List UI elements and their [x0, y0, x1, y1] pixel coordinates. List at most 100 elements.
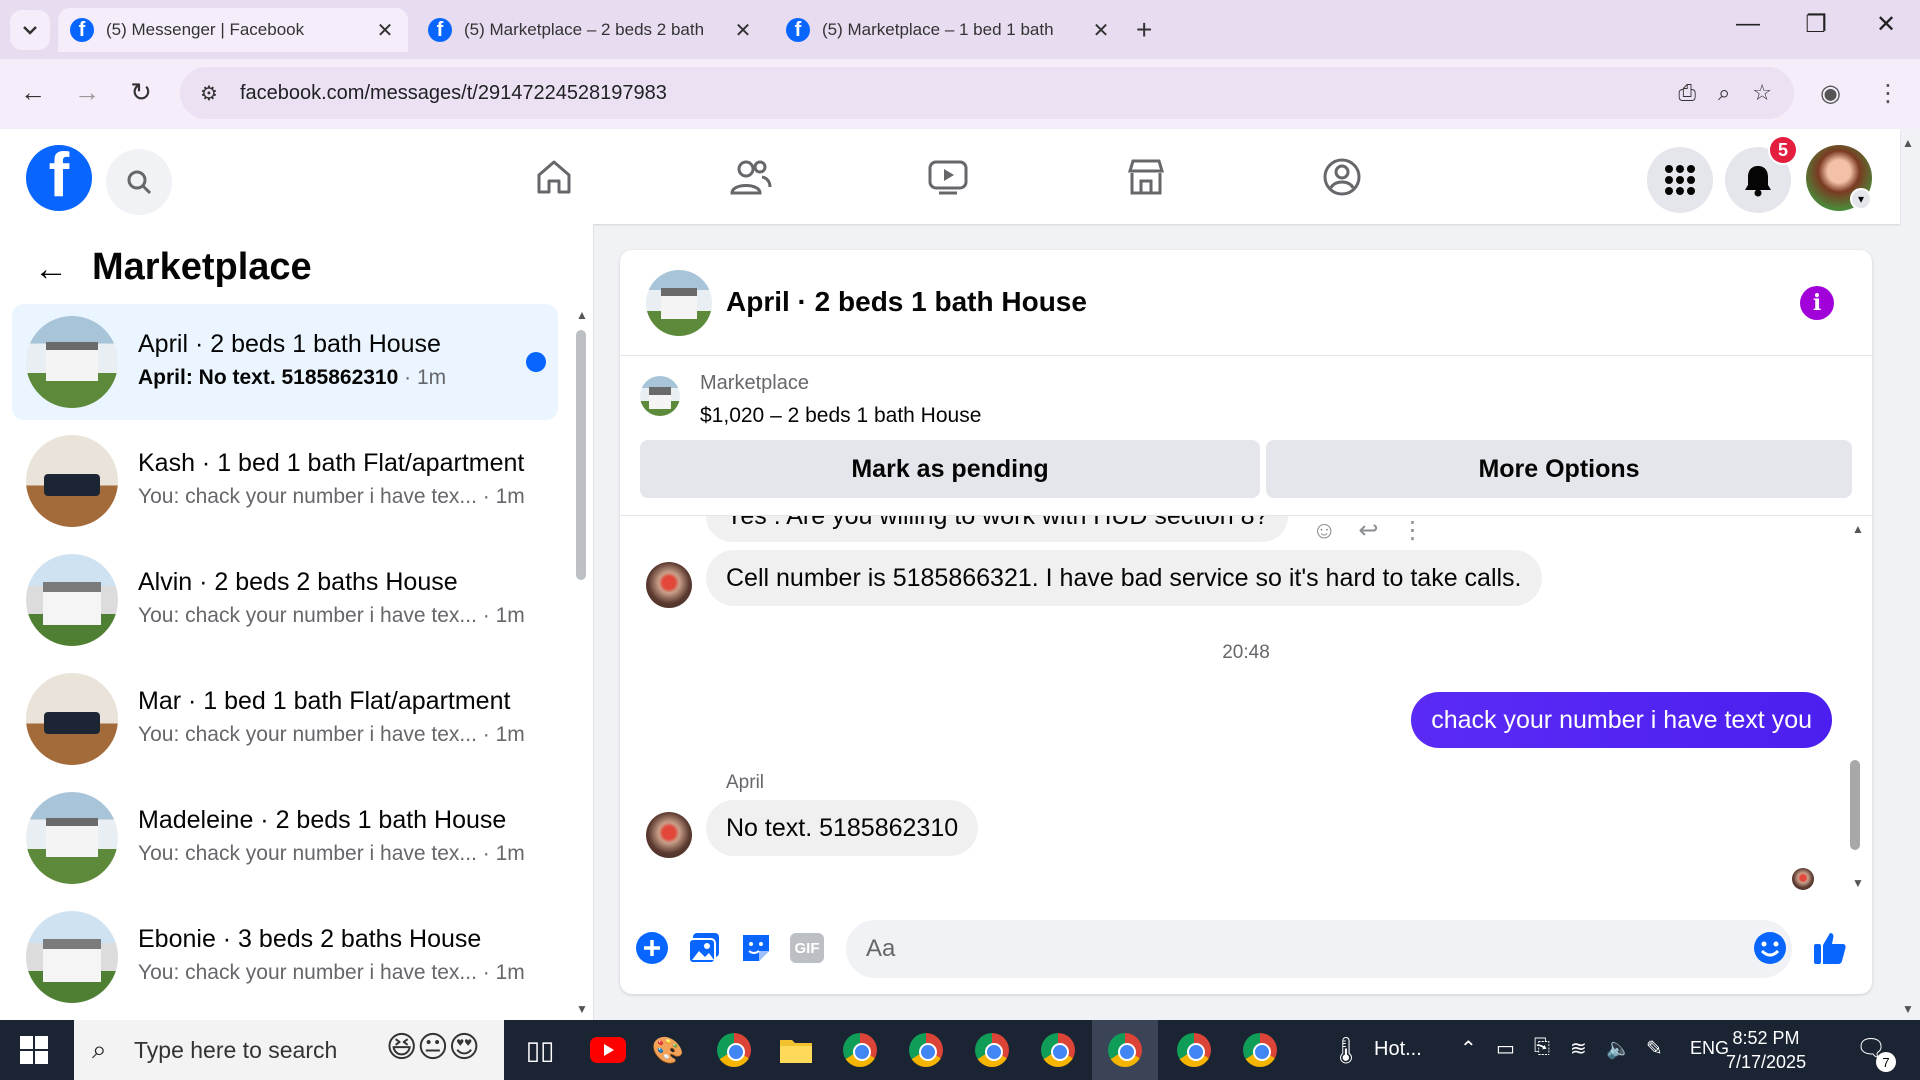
info-icon[interactable]: i: [1800, 286, 1834, 320]
home-nav[interactable]: [524, 151, 584, 203]
page-scroll-down-arrow-icon[interactable]: ▼: [1902, 1002, 1914, 1016]
chat-listing-avatar[interactable]: [646, 270, 712, 336]
scrollbar-thumb[interactable]: [576, 330, 586, 580]
file-explorer-icon[interactable]: [776, 1030, 816, 1070]
conversation-item[interactable]: Mar · 1 bed 1 bath Flat/apartment You: c…: [12, 661, 558, 777]
mark-as-pending-button[interactable]: Mark as pending: [640, 440, 1260, 498]
home-icon: [537, 160, 571, 194]
gif-button[interactable]: GIF: [790, 933, 824, 963]
tab-marketplace-1-bed[interactable]: f (5) Marketplace – 1 bed 1 bath ✕: [774, 8, 1124, 52]
chrome-profile-icon[interactable]: [972, 1030, 1012, 1070]
listing-title[interactable]: $1,020 – 2 beds 1 bath House: [700, 404, 981, 428]
conversation-item[interactable]: Madeleine · 2 beds 1 bath House You: cha…: [12, 780, 558, 896]
more-icon[interactable]: ⋮: [1401, 517, 1447, 544]
react-icon[interactable]: ☺: [1312, 517, 1359, 544]
site-settings-icon[interactable]: ⚙: [200, 81, 218, 106]
forward-arrow-icon[interactable]: →: [70, 77, 104, 108]
conversation-item[interactable]: April · 2 beds 1 bath House April: No te…: [12, 304, 558, 420]
reload-icon[interactable]: ↻: [124, 77, 158, 108]
zoom-icon[interactable]: ⌕: [1718, 80, 1730, 106]
taskbar-clock[interactable]: 8:52 PM 7/17/2025: [1726, 1026, 1806, 1074]
task-view-icon[interactable]: ▯▯: [520, 1030, 560, 1070]
chrome-profile-icon[interactable]: [1174, 1030, 1214, 1070]
taskbar-search-box[interactable]: ⌕ Type here to search 😆😐😍: [74, 1020, 504, 1080]
listing-thumbnail: [26, 554, 118, 646]
chrome-profile-icon[interactable]: [840, 1030, 880, 1070]
back-arrow-icon[interactable]: ←: [16, 77, 50, 108]
profile-icon[interactable]: ◉: [1820, 79, 1841, 108]
outgoing-message-bubble[interactable]: chack your number i have text you: [1411, 692, 1832, 748]
sender-avatar[interactable]: [646, 812, 692, 858]
tab-messenger[interactable]: f (5) Messenger | Facebook ✕: [58, 8, 408, 52]
close-window-icon[interactable]: ✕: [1866, 10, 1906, 39]
search-button[interactable]: [106, 149, 172, 215]
close-tab-icon[interactable]: ✕: [732, 18, 754, 43]
conversation-title: Madeleine · 2 beds 1 bath House: [138, 806, 507, 834]
gaming-nav[interactable]: [1312, 151, 1372, 203]
message-bubble[interactable]: Cell number is 5185866321. I have bad se…: [706, 550, 1542, 606]
conversation-title: Kash · 1 bed 1 bath Flat/apartment: [138, 449, 525, 477]
battery-icon[interactable]: ▭: [1496, 1036, 1515, 1061]
paint-app-icon[interactable]: 🎨: [648, 1030, 688, 1070]
conversation-item[interactable]: Kash · 1 bed 1 bath Flat/apartment You: …: [12, 423, 558, 539]
scroll-down-arrow-icon[interactable]: ▼: [576, 1002, 588, 1016]
volume-icon[interactable]: 🔈: [1606, 1036, 1631, 1061]
add-attachment-button[interactable]: [634, 930, 670, 966]
chrome-profile-icon[interactable]: [906, 1030, 946, 1070]
emoji-button[interactable]: [1752, 930, 1788, 966]
wifi-icon[interactable]: ≋: [1570, 1036, 1587, 1061]
close-tab-icon[interactable]: ✕: [1090, 18, 1112, 43]
url-text[interactable]: facebook.com/messages/t/2914722452819798…: [240, 82, 1678, 105]
sticker-button[interactable]: [738, 930, 774, 966]
send-like-button[interactable]: [1812, 930, 1848, 966]
message-bubble[interactable]: No text. 5185862310: [706, 800, 979, 856]
minimize-icon[interactable]: —: [1728, 10, 1768, 38]
chrome-profile-icon[interactable]: [714, 1030, 754, 1070]
attach-photo-button[interactable]: [686, 930, 722, 966]
chrome-active-icon[interactable]: [1092, 1020, 1158, 1080]
restore-icon[interactable]: ❐: [1796, 10, 1836, 39]
tab-marketplace-2-beds[interactable]: f (5) Marketplace – 2 beds 2 bath ✕: [416, 8, 766, 52]
chevron-down-icon[interactable]: ▾: [1850, 188, 1872, 210]
new-tab-plus-icon[interactable]: +: [1136, 14, 1152, 46]
language-indicator[interactable]: ENG: [1690, 1038, 1729, 1059]
listing-thumbnail: [26, 435, 118, 527]
scroll-down-arrow-icon[interactable]: ▼: [1852, 876, 1864, 890]
back-arrow-icon[interactable]: ←: [34, 250, 68, 289]
reply-icon[interactable]: ↩: [1359, 517, 1401, 544]
message-bubble[interactable]: Yes . Are you willing to work with HUD s…: [706, 516, 1289, 542]
sender-name: April: [726, 772, 765, 793]
menu-button[interactable]: [1647, 147, 1713, 213]
scroll-up-arrow-icon[interactable]: ▲: [1852, 522, 1864, 536]
youtube-icon[interactable]: [588, 1030, 628, 1070]
listing-thumbnail[interactable]: [640, 376, 680, 416]
marketplace-nav[interactable]: [1116, 151, 1176, 203]
sender-avatar[interactable]: [646, 562, 692, 608]
tab-search-button[interactable]: [10, 10, 50, 50]
chrome-profile-icon[interactable]: [1240, 1030, 1280, 1070]
page-scroll-up-arrow-icon[interactable]: ▲: [1902, 136, 1914, 150]
close-tab-icon[interactable]: ✕: [374, 18, 396, 43]
meet-now-icon[interactable]: ⎘: [1534, 1036, 1550, 1059]
message-input[interactable]: [846, 920, 1792, 978]
scrollbar-thumb[interactable]: [1850, 760, 1860, 850]
video-nav[interactable]: [918, 151, 978, 203]
friends-nav[interactable]: [720, 151, 780, 203]
bookmark-star-icon[interactable]: ☆: [1752, 80, 1772, 106]
facebook-logo[interactable]: f: [26, 145, 92, 211]
conversation-item[interactable]: Alvin · 2 beds 2 baths House You: chack …: [12, 542, 558, 658]
windows-start-icon[interactable]: [20, 1036, 48, 1064]
chrome-profile-icon[interactable]: [1038, 1030, 1078, 1070]
weather-text[interactable]: Hot...: [1374, 1038, 1422, 1061]
install-app-icon[interactable]: ⎙: [1678, 80, 1696, 106]
address-bar[interactable]: ⚙ facebook.com/messages/t/29147224528197…: [180, 67, 1794, 119]
chat-title[interactable]: April · 2 beds 1 bath House: [726, 286, 1087, 318]
more-options-button[interactable]: More Options: [1266, 440, 1852, 498]
kebab-menu-icon[interactable]: ⋮: [1876, 79, 1900, 108]
chevron-up-icon[interactable]: ⌃: [1460, 1036, 1477, 1061]
scroll-up-arrow-icon[interactable]: ▲: [576, 308, 588, 322]
listing-source: Marketplace: [700, 372, 809, 394]
thermometer-weather-icon[interactable]: 🌡: [1326, 1030, 1366, 1070]
conversation-item[interactable]: Ebonie · 3 beds 2 baths House You: chack…: [12, 899, 558, 1015]
pen-icon[interactable]: ✎: [1646, 1036, 1663, 1061]
